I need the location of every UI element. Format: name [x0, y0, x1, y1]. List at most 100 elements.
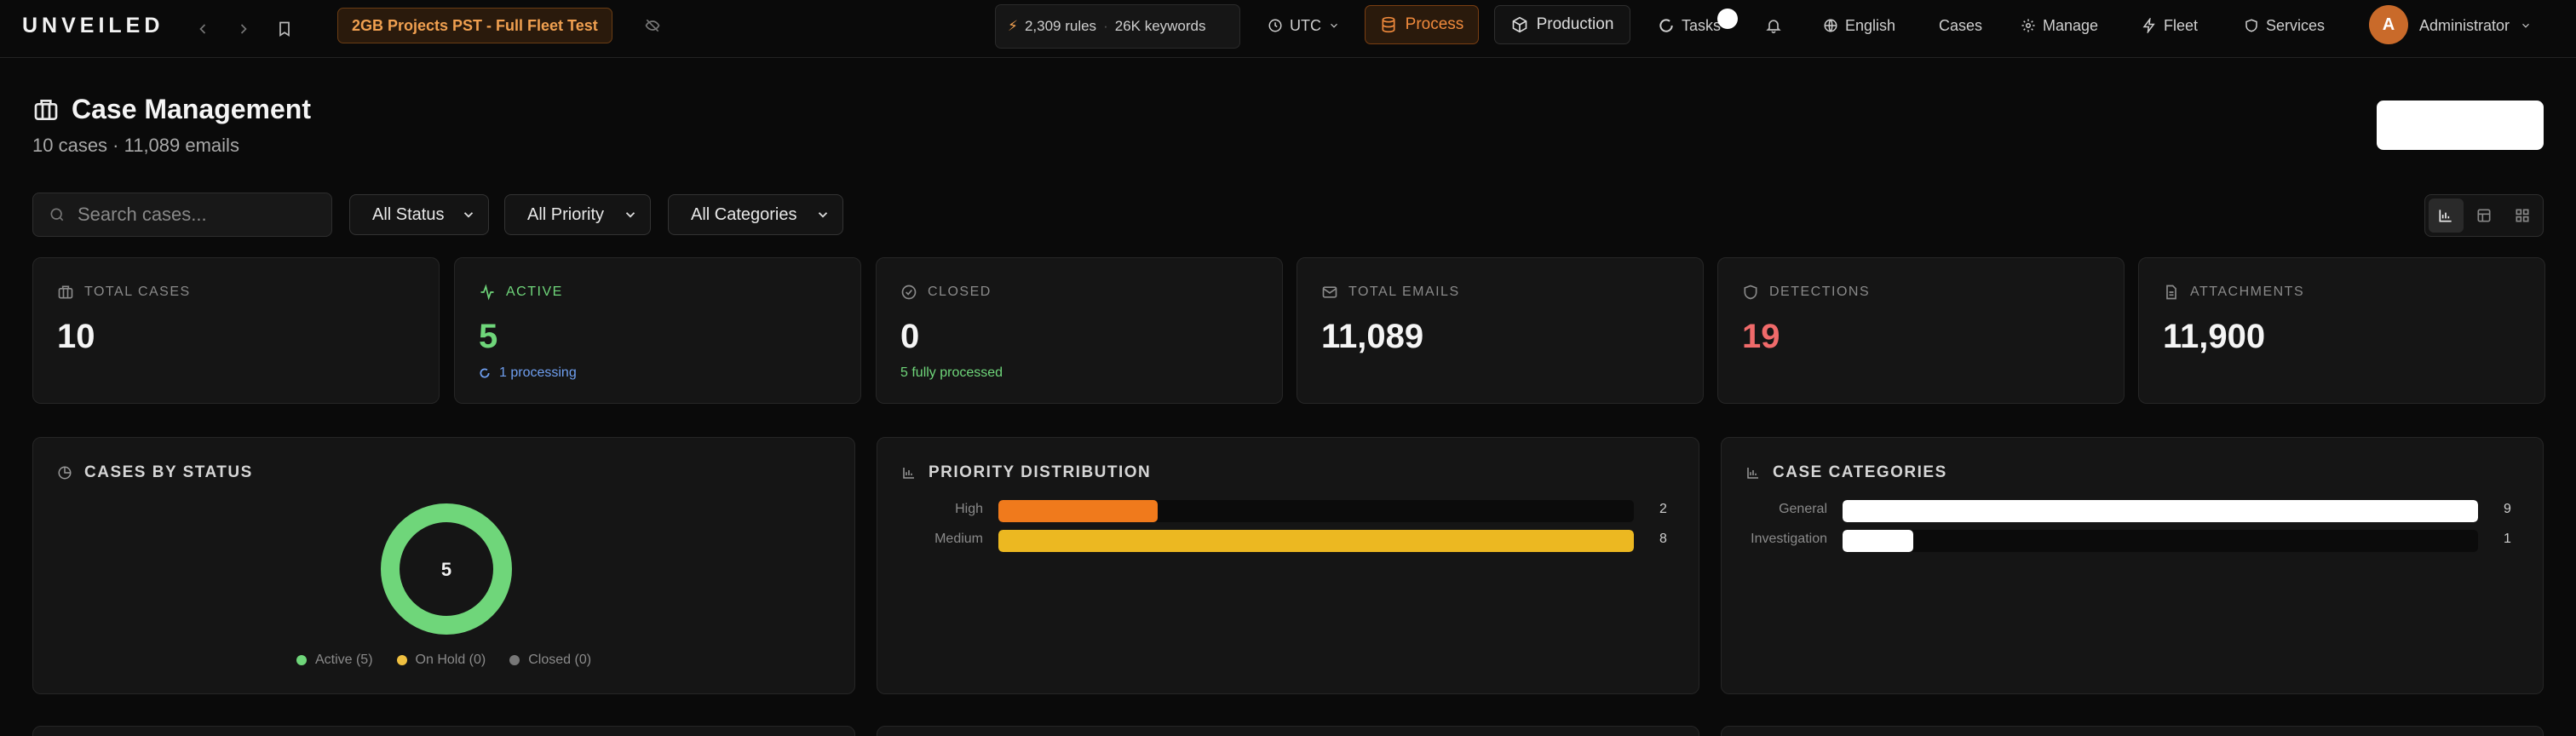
language-selector[interactable]: English: [1823, 0, 1895, 51]
view-table-button[interactable]: [2467, 198, 2502, 233]
lower-panel: [877, 726, 1699, 736]
nav-cases[interactable]: Cases: [1939, 0, 1982, 51]
legend-item-on-hold[interactable]: On Hold (0): [396, 653, 486, 668]
status-filter[interactable]: All Status: [349, 194, 489, 235]
view-grid-button[interactable]: [2504, 198, 2539, 233]
page-title: Case Management: [72, 94, 311, 124]
nav-fleet-label: Fleet: [2164, 16, 2199, 34]
stat-card-detections: DETECTIONS 19: [1717, 257, 2125, 404]
legend-dot: [396, 655, 407, 665]
search-input[interactable]: [78, 204, 316, 226]
back-chevron-icon[interactable]: [187, 14, 218, 44]
page-subtitle: 10 cases · 11,089 emails: [32, 135, 239, 156]
nav-manage[interactable]: Manage: [2021, 0, 2098, 51]
legend-label: Closed (0): [528, 653, 592, 667]
new-case-button[interactable]: [2377, 101, 2544, 150]
keywords-count: 26K keywords: [1114, 18, 1206, 34]
panel-title: CASE CATEGORIES: [1773, 463, 1947, 481]
panel-title: CASES BY STATUS: [84, 463, 253, 481]
bar-fill-general[interactable]: [1843, 500, 2478, 522]
legend-item-closed[interactable]: Closed (0): [509, 653, 591, 668]
timezone-selector[interactable]: UTC: [1268, 0, 1340, 51]
chevron-down-icon: [1331, 23, 1337, 28]
table-icon: [2477, 209, 2491, 222]
bell-icon[interactable]: [1758, 10, 1789, 41]
bar-track: [998, 530, 1634, 552]
bar-fill-high[interactable]: [998, 500, 1158, 522]
bar-fill-medium[interactable]: [998, 530, 1634, 552]
status-filter-value: All Status: [372, 204, 445, 224]
chevron-down-icon: [818, 212, 828, 218]
stat-card-active: ACTIVE 5 1 processing: [454, 257, 861, 404]
stat-label: ACTIVE: [506, 285, 563, 299]
stat-value: 19: [1742, 318, 1780, 355]
top-nav-bar: UNVEILED 2GB Projects PST - Full Fleet T…: [0, 0, 2576, 58]
priority-row-high: High 2: [877, 500, 1699, 522]
categories-filter[interactable]: All Categories: [668, 194, 843, 235]
loader-icon: [480, 368, 490, 378]
production-label: Production: [1536, 15, 1614, 33]
lower-panel: [1721, 726, 2544, 736]
rules-summary[interactable]: ⚡ 2,309 rules · 26K keywords: [995, 4, 1240, 49]
grid-icon: [2516, 209, 2529, 222]
bar-value: 8: [1659, 532, 1667, 546]
production-button[interactable]: Production: [1494, 5, 1630, 44]
pie-chart-icon: [58, 466, 72, 480]
stat-label: TOTAL CASES: [84, 285, 191, 299]
nav-services[interactable]: Services: [2244, 0, 2325, 51]
bar-fill-investigation[interactable]: [1843, 530, 1913, 552]
file-icon: [2166, 285, 2176, 300]
avatar[interactable]: A: [2369, 5, 2408, 44]
separator-dot: ·: [1103, 18, 1108, 34]
bar-track: [1843, 500, 2478, 522]
view-chart-button[interactable]: [2429, 198, 2464, 233]
user-menu[interactable]: Administrator: [2419, 0, 2532, 51]
page-header: Case Management: [32, 94, 311, 125]
cases-by-status-panel: CASES BY STATUS 5 Active (5) On Hold (0)…: [32, 437, 855, 694]
briefcase-icon: [34, 99, 58, 120]
legend-item-active[interactable]: Active (5): [296, 653, 373, 668]
stat-value: 10: [57, 318, 95, 355]
forward-chevron-icon[interactable]: [228, 14, 259, 44]
tasks-label: Tasks: [1682, 16, 1722, 34]
bar-label: Investigation: [1751, 532, 1827, 546]
stat-card-attachments: ATTACHMENTS 11,900: [2138, 257, 2545, 404]
chevron-down-icon: [625, 212, 635, 218]
bar-value: 9: [2504, 502, 2511, 516]
language-label: English: [1845, 16, 1896, 34]
rules-count: 2,309 rules: [1024, 18, 1097, 34]
legend-label: Active (5): [314, 653, 373, 667]
timezone-label: UTC: [1290, 16, 1321, 34]
bar-value: 2: [1659, 502, 1667, 516]
bar-label: Medium: [934, 532, 983, 546]
priority-row-medium: Medium 8: [877, 530, 1699, 552]
stat-value: 11,089: [1321, 318, 1424, 355]
search-box[interactable]: [32, 193, 332, 237]
eye-off-icon[interactable]: [637, 10, 668, 41]
activity-icon: [480, 284, 494, 301]
nav-fleet[interactable]: Fleet: [2142, 0, 2198, 51]
status-donut-chart: 5: [381, 503, 512, 635]
tasks-button[interactable]: Tasks: [1658, 0, 1721, 51]
bar-label: High: [955, 502, 983, 516]
bar-chart-icon: [1747, 468, 1758, 479]
panel-title: PRIORITY DISTRIBUTION: [929, 463, 1152, 481]
zap-icon: [2142, 18, 2155, 33]
stat-label: DETECTIONS: [1769, 285, 1871, 299]
nav-manage-label: Manage: [2043, 16, 2099, 34]
bookmark-icon[interactable]: [269, 14, 300, 44]
app-logo[interactable]: UNVEILED: [22, 14, 164, 38]
database-icon: [1382, 16, 1395, 33]
nav-services-label: Services: [2266, 16, 2326, 34]
project-selector[interactable]: 2GB Projects PST - Full Fleet Test: [337, 8, 612, 43]
user-name: Administrator: [2419, 16, 2510, 34]
process-button[interactable]: Process: [1365, 5, 1479, 44]
legend-label: On Hold (0): [415, 653, 486, 667]
priority-filter[interactable]: All Priority: [504, 194, 651, 235]
priority-distribution-panel: PRIORITY DISTRIBUTION High 2 Medium 8: [877, 437, 1699, 694]
bar-chart-icon: [903, 468, 914, 479]
search-icon: [50, 208, 64, 221]
bar-track: [1843, 530, 2478, 552]
chevron-down-icon: [2522, 23, 2529, 28]
status-legend: Active (5) On Hold (0) Closed (0): [33, 653, 854, 668]
